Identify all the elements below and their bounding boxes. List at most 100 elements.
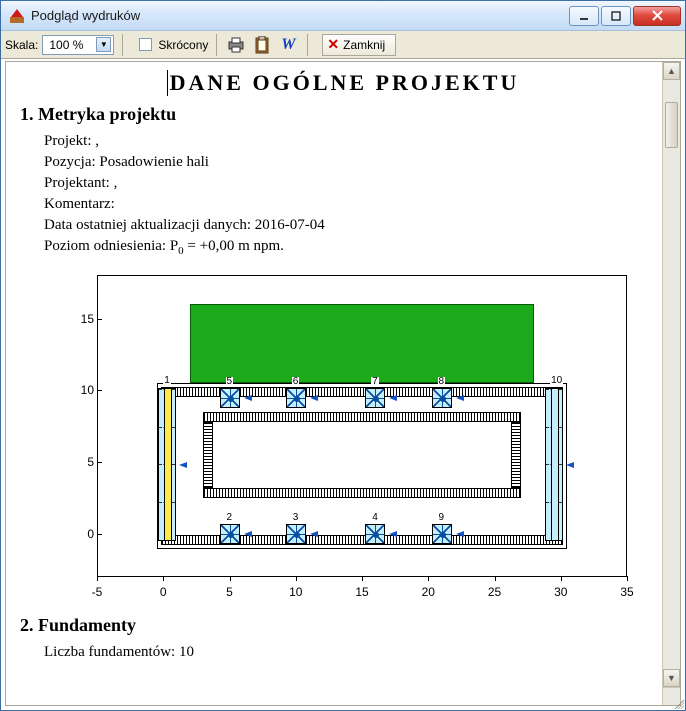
tick-x [97,576,98,581]
document-page: DANE OGÓLNE PROJEKTU 1. Metryka projektu… [6,62,680,671]
tick-x [561,576,562,581]
foundation-label: 6 [292,377,300,387]
square-foundation [286,388,306,408]
toolbar-divider [216,34,217,56]
tick-y [97,462,102,463]
arrow-icon [244,531,252,537]
tick-label-x: 10 [289,585,302,599]
foundation-label: 4 [371,513,379,523]
close-window-button[interactable] [633,6,681,26]
word-icon[interactable]: W [277,34,299,56]
foundation-label: 5 [226,377,234,387]
short-label: Skrócony [158,38,208,52]
section2-title: 2. Fundamenty [20,615,666,636]
tick-x [428,576,429,581]
foundation-label: 10 [550,376,563,386]
vertical-scrollbar[interactable]: ▲ ▼ [662,62,680,687]
toolbar-divider [307,34,308,56]
meta-reflevel: Poziom odniesienia: P0 = +0,00 m npm. [44,236,666,259]
reflevel-prefix: Poziom odniesienia: P [44,238,178,254]
resize-grip[interactable] [672,697,684,709]
app-window: Podgląd wydruków Skala: 100 % ▼ Skrócony [0,0,686,711]
tick-label-x: 20 [422,585,435,599]
meta-comment: Komentarz: [44,194,666,215]
foundations-count: Liczba fundamentów: 10 [44,642,666,663]
main-title: DANE OGÓLNE PROJEKTU [167,70,520,96]
tick-label-y: 15 [78,312,94,326]
square-foundation [365,524,385,544]
scale-label: Skala: [5,38,38,52]
column-foundation [158,388,176,542]
arrow-icon [456,395,464,401]
tick-x [627,576,628,581]
tick-label-y: 5 [78,455,94,469]
tick-label-x: 35 [620,585,633,599]
print-icon[interactable] [225,34,247,56]
tick-label-x: -5 [92,585,103,599]
clipboard-icon[interactable] [251,34,273,56]
foundation-label: 1 [163,376,171,386]
reflevel-suffix: = +0,00 m npm. [184,238,284,254]
site-plan-chart: -5 0 5 10 15 20 25 30 35 0 5 10 15 1 10 2 3 4 9 5 6 7 8 [44,273,634,605]
scale-value: 100 % [49,38,83,52]
foundation-label: 9 [438,513,446,523]
tick-label-y: 10 [78,383,94,397]
arrow-icon [389,531,397,537]
square-foundation [432,524,452,544]
titlebar: Podgląd wydruków [1,1,685,31]
inner-ruler-right [511,422,521,488]
meta-position: Pozycja: Posadowienie hali [44,152,666,173]
arrow-icon [456,531,464,537]
inner-ruler-bottom [203,488,521,498]
arrow-icon [566,462,574,468]
square-foundation [432,388,452,408]
tick-label-y: 0 [78,527,94,541]
window-buttons [569,6,681,26]
tick-label-x: 15 [355,585,368,599]
maximize-button[interactable] [601,6,631,26]
tick-x [163,576,164,581]
foundation-label: 3 [292,513,300,523]
foundation-label: 2 [226,513,234,523]
tick-x [495,576,496,581]
meta-date: Data ostatniej aktualizacji danych: 2016… [44,215,666,236]
square-foundation [220,524,240,544]
section1-title: 1. Metryka projektu [20,104,666,125]
arrow-icon [179,462,187,468]
tick-label-x: 25 [488,585,501,599]
arrow-icon [310,531,318,537]
window-title: Podgląd wydruków [31,8,569,23]
scroll-thumb[interactable] [665,102,678,148]
foundation-label: 7 [371,377,379,387]
tick-y [97,534,102,535]
app-icon [9,8,25,24]
tick-label-x: 30 [554,585,567,599]
tick-label-x: 5 [226,585,233,599]
tick-x [362,576,363,581]
scroll-down-icon[interactable]: ▼ [663,669,680,687]
tick-y [97,390,102,391]
square-foundation [220,388,240,408]
footprint-inner [203,412,521,498]
tick-x [296,576,297,581]
close-button-label: Zamknij [343,38,385,52]
scroll-up-icon[interactable]: ▲ [663,62,680,80]
tick-y [97,319,102,320]
close-button[interactable]: ✕ Zamknij [322,34,396,56]
inner-ruler-top [203,412,521,422]
square-foundation [365,388,385,408]
minimize-button[interactable] [569,6,599,26]
tick-x [230,576,231,581]
chevron-down-icon: ▼ [96,37,111,52]
scale-select[interactable]: 100 % ▼ [42,35,114,55]
column-foundation [545,388,563,542]
close-icon: ✕ [327,36,339,53]
short-checkbox[interactable] [139,38,152,51]
meta-project: Projekt: , [44,131,666,152]
toolbar: Skala: 100 % ▼ Skrócony W ✕ Zamknij [1,31,685,59]
building-rect [190,304,535,383]
arrow-icon [244,395,252,401]
foundation-label: 8 [438,377,446,387]
content-area: DANE OGÓLNE PROJEKTU 1. Metryka projektu… [5,61,681,706]
tick-label-x: 0 [160,585,167,599]
